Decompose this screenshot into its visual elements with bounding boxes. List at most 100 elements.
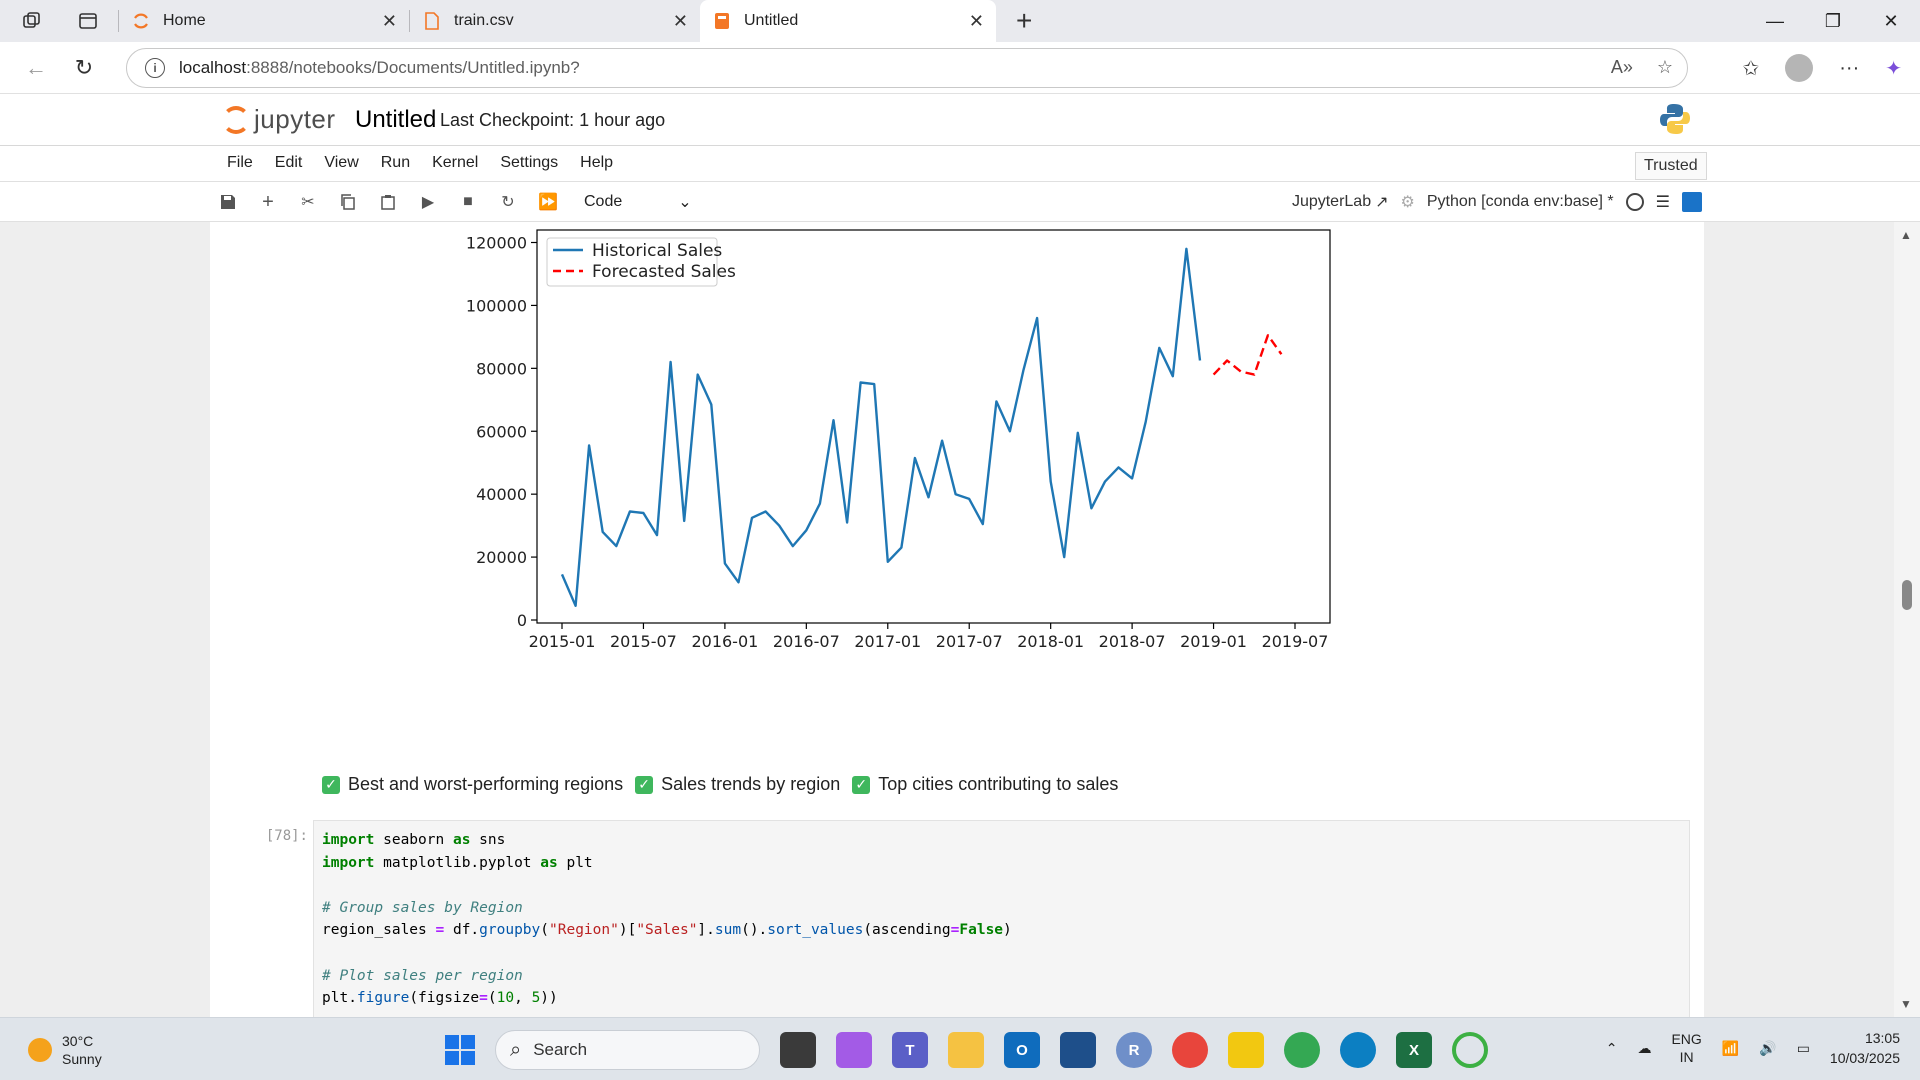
x-tick-label: 2019-01 xyxy=(1180,632,1247,651)
chrome-icon[interactable] xyxy=(1172,1032,1208,1068)
menu-file[interactable]: File xyxy=(227,154,253,172)
start-icon[interactable] xyxy=(445,1035,475,1065)
power-bi-icon[interactable] xyxy=(1228,1032,1264,1068)
refresh-icon[interactable]: ↻ xyxy=(64,48,104,88)
task-view-icon[interactable] xyxy=(780,1032,816,1068)
stop-icon[interactable]: ■ xyxy=(456,190,480,214)
add-cell-icon[interactable]: + xyxy=(256,190,280,214)
checklist-item: ✓ Best and worst-performing regions xyxy=(322,774,623,795)
chevron-up-icon[interactable]: ⌃ xyxy=(1606,1040,1618,1057)
close-tab-icon[interactable]: ✕ xyxy=(969,11,984,32)
cut-icon[interactable]: ✂ xyxy=(296,190,320,214)
notebook-title[interactable]: Untitled xyxy=(355,106,436,134)
menu-settings[interactable]: Settings xyxy=(500,154,558,172)
menu-edit[interactable]: Edit xyxy=(275,154,303,172)
kernel-settings-icon[interactable]: ⚙ xyxy=(1401,192,1415,212)
battery-icon[interactable]: ▭ xyxy=(1797,1040,1810,1057)
copilot-app-icon[interactable] xyxy=(836,1032,872,1068)
trusted-indicator[interactable]: Trusted xyxy=(1635,152,1707,180)
vertical-scrollbar[interactable]: ▲ ▼ xyxy=(1894,222,1920,1017)
excel-icon[interactable]: X xyxy=(1396,1032,1432,1068)
copilot-icon[interactable]: ✦ xyxy=(1885,56,1902,81)
run-icon[interactable]: ▶ xyxy=(416,190,440,214)
scroll-up-icon[interactable]: ▲ xyxy=(1900,228,1912,242)
language-code: ENG xyxy=(1671,1031,1702,1047)
y-axis: 0 20000 40000 60000 80000 100000 120000 xyxy=(466,234,537,630)
onedrive-icon[interactable]: ☁ xyxy=(1637,1040,1651,1057)
workspaces-icon[interactable] xyxy=(18,7,46,35)
tab-train-csv[interactable]: train.csv ✕ xyxy=(410,0,700,42)
tab-title: Home xyxy=(163,12,206,29)
address-bar-row: ← ↻ i localhost:8888/notebooks/Documents… xyxy=(0,42,1920,94)
region-code: IN xyxy=(1679,1049,1694,1065)
historical-series-line xyxy=(560,247,1202,607)
profile-avatar[interactable] xyxy=(1785,54,1814,82)
minimize-icon[interactable]: — xyxy=(1746,0,1804,42)
site-info-icon[interactable]: i xyxy=(145,58,165,78)
favorites-icon[interactable]: ✩ xyxy=(1742,56,1759,81)
menu-kernel[interactable]: Kernel xyxy=(432,154,478,172)
tab-title: Untitled xyxy=(744,12,799,29)
save-icon[interactable] xyxy=(216,190,240,214)
close-tab-icon[interactable]: ✕ xyxy=(382,11,397,32)
jupyterlab-link[interactable]: JupyterLab xyxy=(1292,193,1371,211)
more-options-icon[interactable]: ··· xyxy=(1839,57,1859,80)
checkmark-icon: ✓ xyxy=(852,775,871,794)
paste-icon[interactable] xyxy=(376,190,400,214)
scroll-thumb[interactable] xyxy=(1902,580,1912,610)
checklist-label: Top cities contributing to sales xyxy=(878,774,1119,794)
menu-view[interactable]: View xyxy=(324,154,358,172)
tab-untitled[interactable]: Untitled ✕ xyxy=(700,0,996,42)
run-all-icon[interactable]: ⏩ xyxy=(536,190,560,214)
taskbar-search[interactable]: ⌕ Search xyxy=(495,1030,760,1070)
property-inspector-icon[interactable] xyxy=(1682,192,1702,212)
forecast-series-line xyxy=(1212,334,1283,376)
url-host: localhost xyxy=(179,58,247,77)
x-tick-label: 2015-01 xyxy=(529,632,596,651)
outlook-icon[interactable]: O xyxy=(1004,1032,1040,1068)
scroll-down-icon[interactable]: ▼ xyxy=(1900,997,1912,1011)
app-icon[interactable] xyxy=(1060,1032,1096,1068)
tab-actions-icon[interactable] xyxy=(74,7,102,35)
back-icon[interactable]: ← xyxy=(16,48,56,88)
wifi-icon[interactable]: 📶 xyxy=(1722,1040,1739,1057)
close-window-icon[interactable]: ✕ xyxy=(1862,0,1920,42)
loading-app-icon[interactable] xyxy=(1452,1032,1488,1068)
menu-list-icon[interactable]: ☰ xyxy=(1656,192,1670,212)
kernel-name[interactable]: Python [conda env:base] * xyxy=(1427,193,1614,211)
jupyter-icon xyxy=(131,11,151,31)
weather-widget[interactable]: 30°C Sunny xyxy=(28,1032,102,1068)
close-tab-icon[interactable]: ✕ xyxy=(673,11,688,32)
file-explorer-icon[interactable] xyxy=(948,1032,984,1068)
code-cell-editor[interactable]: import seaborn as sns import matplotlib.p… xyxy=(313,820,1690,1017)
menu-help[interactable]: Help xyxy=(580,154,613,172)
restart-icon[interactable]: ↻ xyxy=(496,190,520,214)
teams-icon[interactable]: T xyxy=(892,1032,928,1068)
edge-icon[interactable] xyxy=(1340,1032,1376,1068)
copy-icon[interactable] xyxy=(336,190,360,214)
jupyter-logo[interactable]: jupyter xyxy=(222,104,336,135)
file-icon xyxy=(422,11,442,31)
language-indicator[interactable]: ENG IN xyxy=(1671,1030,1701,1066)
volume-icon[interactable]: 🔊 xyxy=(1759,1040,1776,1057)
legend-label: Forecasted Sales xyxy=(592,262,736,282)
window-controls: — ❐ ✕ xyxy=(1746,0,1920,42)
tab-home[interactable]: Home ✕ xyxy=(119,0,409,42)
url-field[interactable]: i localhost:8888/notebooks/Documents/Unt… xyxy=(126,48,1688,88)
restore-icon[interactable]: ❐ xyxy=(1804,0,1862,42)
favorite-star-icon[interactable]: ☆ xyxy=(1657,57,1673,78)
read-aloud-icon[interactable]: A» xyxy=(1611,57,1633,78)
clock[interactable]: 13:05 10/03/2025 xyxy=(1830,1028,1900,1068)
checklist: ✓ Best and worst-performing regions ✓ Sa… xyxy=(322,774,1122,795)
windows-taskbar: 30°C Sunny ⌕ Search T O R X ⌃ ☁ ENG IN 📶… xyxy=(0,1017,1920,1080)
sales-forecast-chart: 0 20000 40000 60000 80000 100000 120000 2015-0… xyxy=(315,222,1395,752)
notebook-page: 0 20000 40000 60000 80000 100000 120000 2015-0… xyxy=(210,222,1704,1017)
cell-type-select[interactable]: Code ⌄ xyxy=(584,192,692,212)
r-icon[interactable]: R xyxy=(1116,1032,1152,1068)
new-tab-button[interactable]: + xyxy=(1016,5,1032,37)
x-tick-label: 2017-01 xyxy=(854,632,921,651)
chrome-profile-icon[interactable] xyxy=(1284,1032,1320,1068)
menu-run[interactable]: Run xyxy=(381,154,410,172)
x-tick-label: 2018-01 xyxy=(1017,632,1084,651)
chevron-down-icon: ⌄ xyxy=(678,194,692,211)
